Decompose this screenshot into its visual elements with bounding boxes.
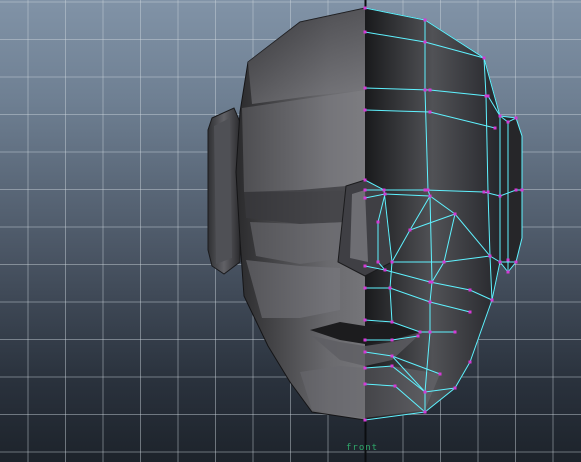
- mesh-vertex[interactable]: [488, 254, 492, 258]
- mesh-vertex[interactable]: [408, 228, 412, 232]
- mesh-vertex[interactable]: [506, 270, 510, 274]
- mesh-vertex[interactable]: [383, 192, 387, 196]
- mesh-vertex[interactable]: [486, 190, 490, 194]
- mesh-vertex[interactable]: [482, 190, 486, 194]
- mesh-vertex[interactable]: [390, 260, 394, 264]
- mesh-vertex[interactable]: [388, 286, 392, 290]
- mesh-vertex[interactable]: [423, 188, 427, 192]
- head-model[interactable]: [0, 0, 581, 462]
- mesh-vertex[interactable]: [363, 30, 367, 34]
- mesh-vertex[interactable]: [383, 268, 387, 272]
- left-ear-inner: [214, 118, 232, 264]
- mesh-vertex[interactable]: [468, 360, 472, 364]
- mesh-vertex[interactable]: [484, 94, 488, 98]
- left-cheek: [246, 260, 340, 318]
- mesh-vertex[interactable]: [418, 330, 422, 334]
- mesh-vertex[interactable]: [430, 280, 434, 284]
- mesh-vertex[interactable]: [376, 260, 380, 264]
- mesh-vertex[interactable]: [428, 194, 432, 198]
- mesh-vertex[interactable]: [506, 120, 510, 124]
- mesh-vertex[interactable]: [468, 310, 472, 314]
- mesh-vertex[interactable]: [498, 260, 502, 264]
- mesh-vertex[interactable]: [363, 86, 367, 90]
- mesh-vertex[interactable]: [363, 286, 367, 290]
- camera-name-label: front: [346, 443, 379, 453]
- mesh-vertex[interactable]: [423, 18, 427, 22]
- mesh-vertex[interactable]: [428, 110, 432, 114]
- right-ear[interactable]: [499, 115, 523, 273]
- mesh-vertex[interactable]: [390, 338, 394, 342]
- mesh-vertex[interactable]: [438, 372, 442, 376]
- mesh-vertex[interactable]: [498, 114, 502, 118]
- mesh-vertex[interactable]: [428, 330, 432, 334]
- brow-band: [242, 90, 365, 192]
- mesh-vertex[interactable]: [498, 194, 502, 198]
- forehead: [248, 8, 365, 104]
- mesh-vertex[interactable]: [453, 212, 457, 216]
- mesh-vertex[interactable]: [363, 188, 367, 192]
- mesh-vertex[interactable]: [363, 264, 367, 268]
- mesh-vertex[interactable]: [490, 298, 494, 302]
- mesh-vertex[interactable]: [482, 56, 486, 60]
- mesh-vertex[interactable]: [363, 338, 367, 342]
- mesh-vertex[interactable]: [393, 384, 397, 388]
- mesh-vertex[interactable]: [390, 354, 394, 358]
- mesh-vertex[interactable]: [453, 386, 457, 390]
- mesh-vertex[interactable]: [363, 418, 367, 422]
- mesh-vertex[interactable]: [428, 300, 432, 304]
- mesh-vertex[interactable]: [468, 288, 472, 292]
- mesh-vertex[interactable]: [520, 188, 524, 192]
- mesh-vertex[interactable]: [390, 320, 394, 324]
- mesh-vertex[interactable]: [514, 188, 518, 192]
- chin: [300, 366, 440, 418]
- mesh-vertex[interactable]: [493, 126, 497, 130]
- mesh-vertex[interactable]: [442, 260, 446, 264]
- mesh-vertex[interactable]: [423, 40, 427, 44]
- mesh-vertex[interactable]: [363, 382, 367, 386]
- mesh-vertex[interactable]: [423, 88, 427, 92]
- mesh-vertex[interactable]: [514, 116, 518, 120]
- mesh-vertex[interactable]: [382, 188, 386, 192]
- mesh-vertex[interactable]: [363, 350, 367, 354]
- mesh-vertex[interactable]: [363, 318, 367, 322]
- mesh-vertex[interactable]: [363, 196, 367, 200]
- mesh-vertex[interactable]: [376, 220, 380, 224]
- mesh-vertex[interactable]: [390, 364, 394, 368]
- mesh-vertex[interactable]: [363, 366, 367, 370]
- mesh-vertex[interactable]: [453, 330, 457, 334]
- mesh-vertex[interactable]: [363, 108, 367, 112]
- nose-bridge-highlight: [350, 190, 368, 262]
- mesh-vertex[interactable]: [423, 410, 427, 414]
- mesh-vertex[interactable]: [514, 260, 518, 264]
- mesh-vertex[interactable]: [363, 6, 367, 10]
- mesh-vertex[interactable]: [426, 188, 430, 192]
- mesh-vertex[interactable]: [428, 88, 432, 92]
- front-viewport[interactable]: front: [0, 0, 581, 462]
- mesh-vertex[interactable]: [423, 390, 427, 394]
- mesh-vertex[interactable]: [506, 258, 510, 262]
- mesh-vertex[interactable]: [416, 334, 420, 338]
- mesh-vertex[interactable]: [363, 178, 367, 182]
